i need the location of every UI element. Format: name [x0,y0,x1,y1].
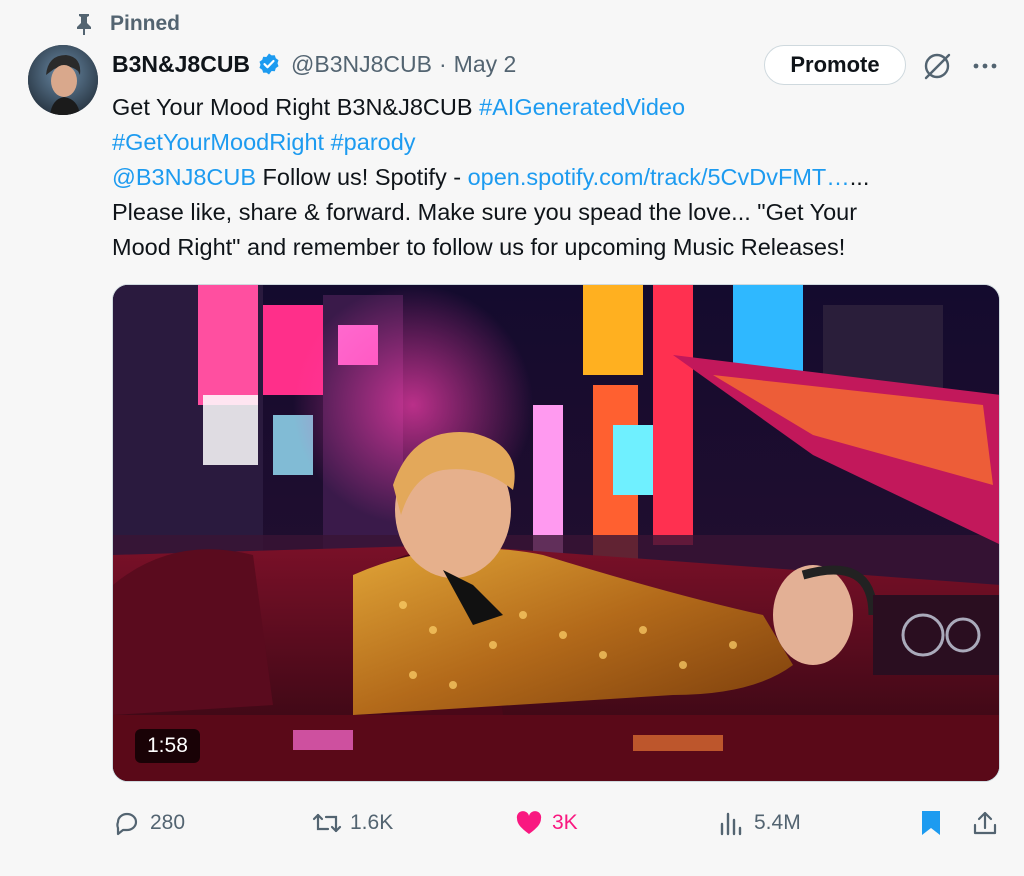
header-separator: · [439,50,447,77]
video-player[interactable]: 1:58 [112,284,1000,782]
tweet-header: B3N&J8CUB @B3NJ8CUB · May 2 [112,46,516,82]
pin-icon [74,13,94,35]
spotify-link[interactable]: open.spotify.com/track/5CvDvFMT… [468,164,850,190]
view-count: 5.4M [754,811,801,834]
avatar[interactable] [28,45,98,115]
reply-button[interactable]: 280 [112,800,185,846]
video-thumbnail [113,285,999,781]
like-count: 3K [552,811,578,834]
author-display-name[interactable]: B3N&J8CUB [112,51,250,78]
tweet-action-bar: 280 1.6K 3K 5.4M [0,800,1024,846]
analytics-icon [716,808,746,838]
tweet-line-2: #GetYourMoodRight #parody [112,125,992,160]
tweet-line-1: Get Your Mood Right B3N&J8CUB #AIGenerat… [112,90,992,125]
pinned-indicator: Pinned [74,10,180,38]
video-duration-badge: 1:58 [135,729,200,763]
share-button[interactable] [970,800,1008,846]
like-button[interactable]: 3K [514,800,578,846]
hashtag-getyourmoodright[interactable]: #GetYourMoodRight [112,129,324,155]
hashtag-aigeneratedvideo[interactable]: #AIGeneratedVideo [479,94,685,120]
tweet-date[interactable]: May 2 [454,51,517,78]
reply-icon [112,808,142,838]
bookmark-button[interactable] [916,800,954,846]
follow-text: Follow us! Spotify - [256,164,468,190]
tweet-title-text: Get Your Mood Right B3N&J8CUB [112,94,480,120]
more-horizontal-icon[interactable] [970,54,1000,78]
reply-count: 280 [150,811,186,834]
promote-button[interactable]: Promote [764,45,906,85]
views-button[interactable]: 5.4M [716,800,801,846]
tweet-text: Get Your Mood Right B3N&J8CUB #AIGenerat… [112,90,992,265]
tweet-line-5: Mood Right" and remember to follow us fo… [112,234,846,260]
pinned-label: Pinned [110,12,181,35]
repost-icon [312,808,342,838]
tweet-line-4: Please like, share & forward. Make sure … [112,199,858,225]
heart-icon [514,808,544,838]
mention-link[interactable]: @B3NJ8CUB [112,164,256,190]
grok-icon[interactable] [922,50,952,82]
hashtag-parody[interactable]: #parody [331,129,416,155]
author-handle[interactable]: @B3NJ8CUB [291,51,432,78]
repost-button[interactable]: 1.6K [312,800,393,846]
repost-count: 1.6K [350,811,394,834]
tweet-line-3: @B3NJ8CUB Follow us! Spotify - open.spot… [112,160,992,195]
share-icon [970,808,1000,838]
link-trailing-dots: ... [849,164,870,190]
verified-badge-icon[interactable] [257,52,281,76]
bookmark-icon [916,808,946,838]
